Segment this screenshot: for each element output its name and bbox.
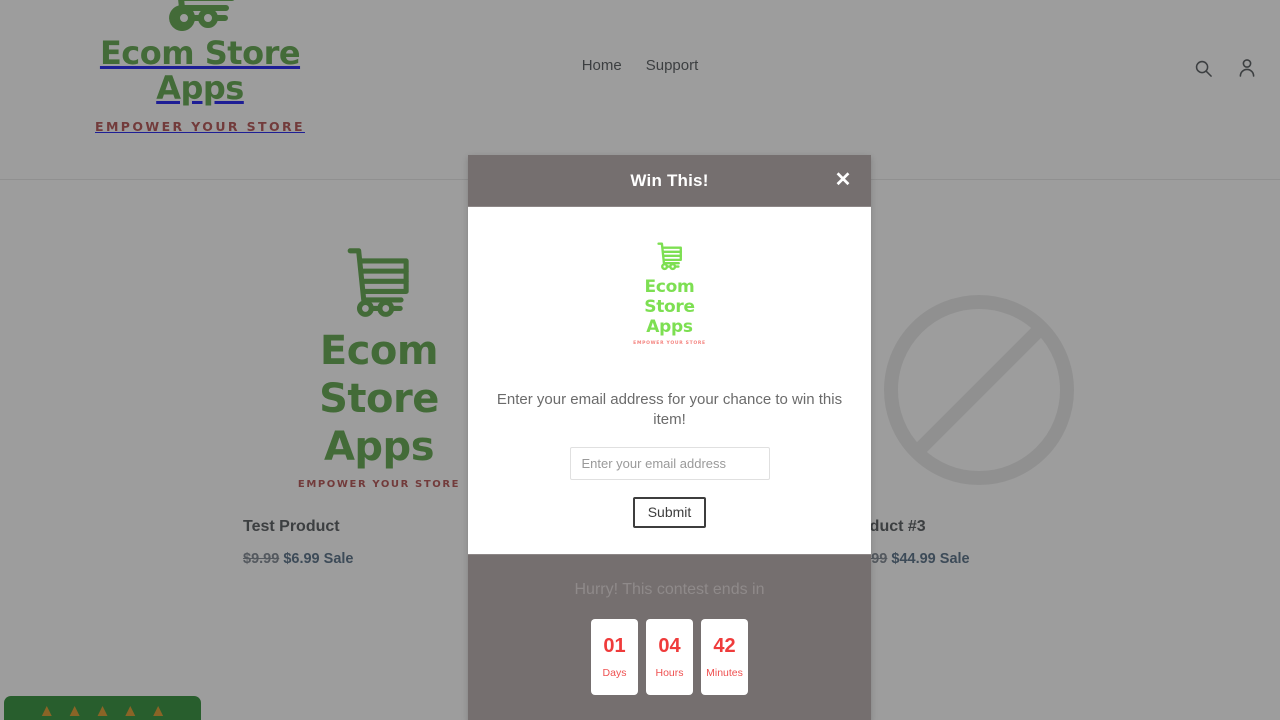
countdown-timer: 01 Days 04 Hours 42 Minutes — [468, 619, 871, 695]
countdown-label: Hurry! This contest ends in — [574, 581, 765, 598]
modal-logo-line-1: Ecom — [644, 277, 695, 297]
modal-body: Ecom Store Apps EMPOWER YOUR STORE Enter… — [468, 207, 871, 554]
countdown-hours: 04 Hours — [646, 619, 693, 695]
modal-logo: Ecom Store Apps EMPOWER YOUR STORE — [490, 241, 849, 346]
countdown-days-value: 01 — [603, 634, 626, 657]
win-this-modal: Win This! ✕ Ecom Store Apps EMPOWER YOUR… — [468, 155, 871, 720]
countdown-minutes: 42 Minutes — [701, 619, 748, 695]
countdown-minutes-value: 42 — [713, 634, 736, 657]
countdown-hours-value: 04 — [658, 634, 681, 657]
countdown-hours-unit: Hours — [655, 666, 684, 679]
submit-button[interactable]: Submit — [632, 497, 707, 528]
modal-footer: Hurry! This contest ends in 01 Days 04 H… — [468, 554, 871, 720]
countdown-days: 01 Days — [591, 619, 638, 695]
modal-logo-tagline: EMPOWER YOUR STORE — [633, 341, 706, 346]
modal-logo-line-3: Apps — [646, 317, 693, 337]
modal-logo-line-2: Store — [644, 297, 695, 317]
modal-header: Win This! ✕ — [468, 155, 871, 207]
countdown-days-unit: Days — [602, 666, 627, 679]
email-input[interactable] — [569, 447, 770, 480]
modal-title: Win This! — [630, 170, 709, 190]
close-icon[interactable]: ✕ — [828, 165, 858, 195]
countdown-minutes-unit: Minutes — [706, 666, 743, 679]
shopping-cart-icon — [656, 242, 682, 271]
modal-prompt-text: Enter your email address for your chance… — [496, 391, 843, 428]
